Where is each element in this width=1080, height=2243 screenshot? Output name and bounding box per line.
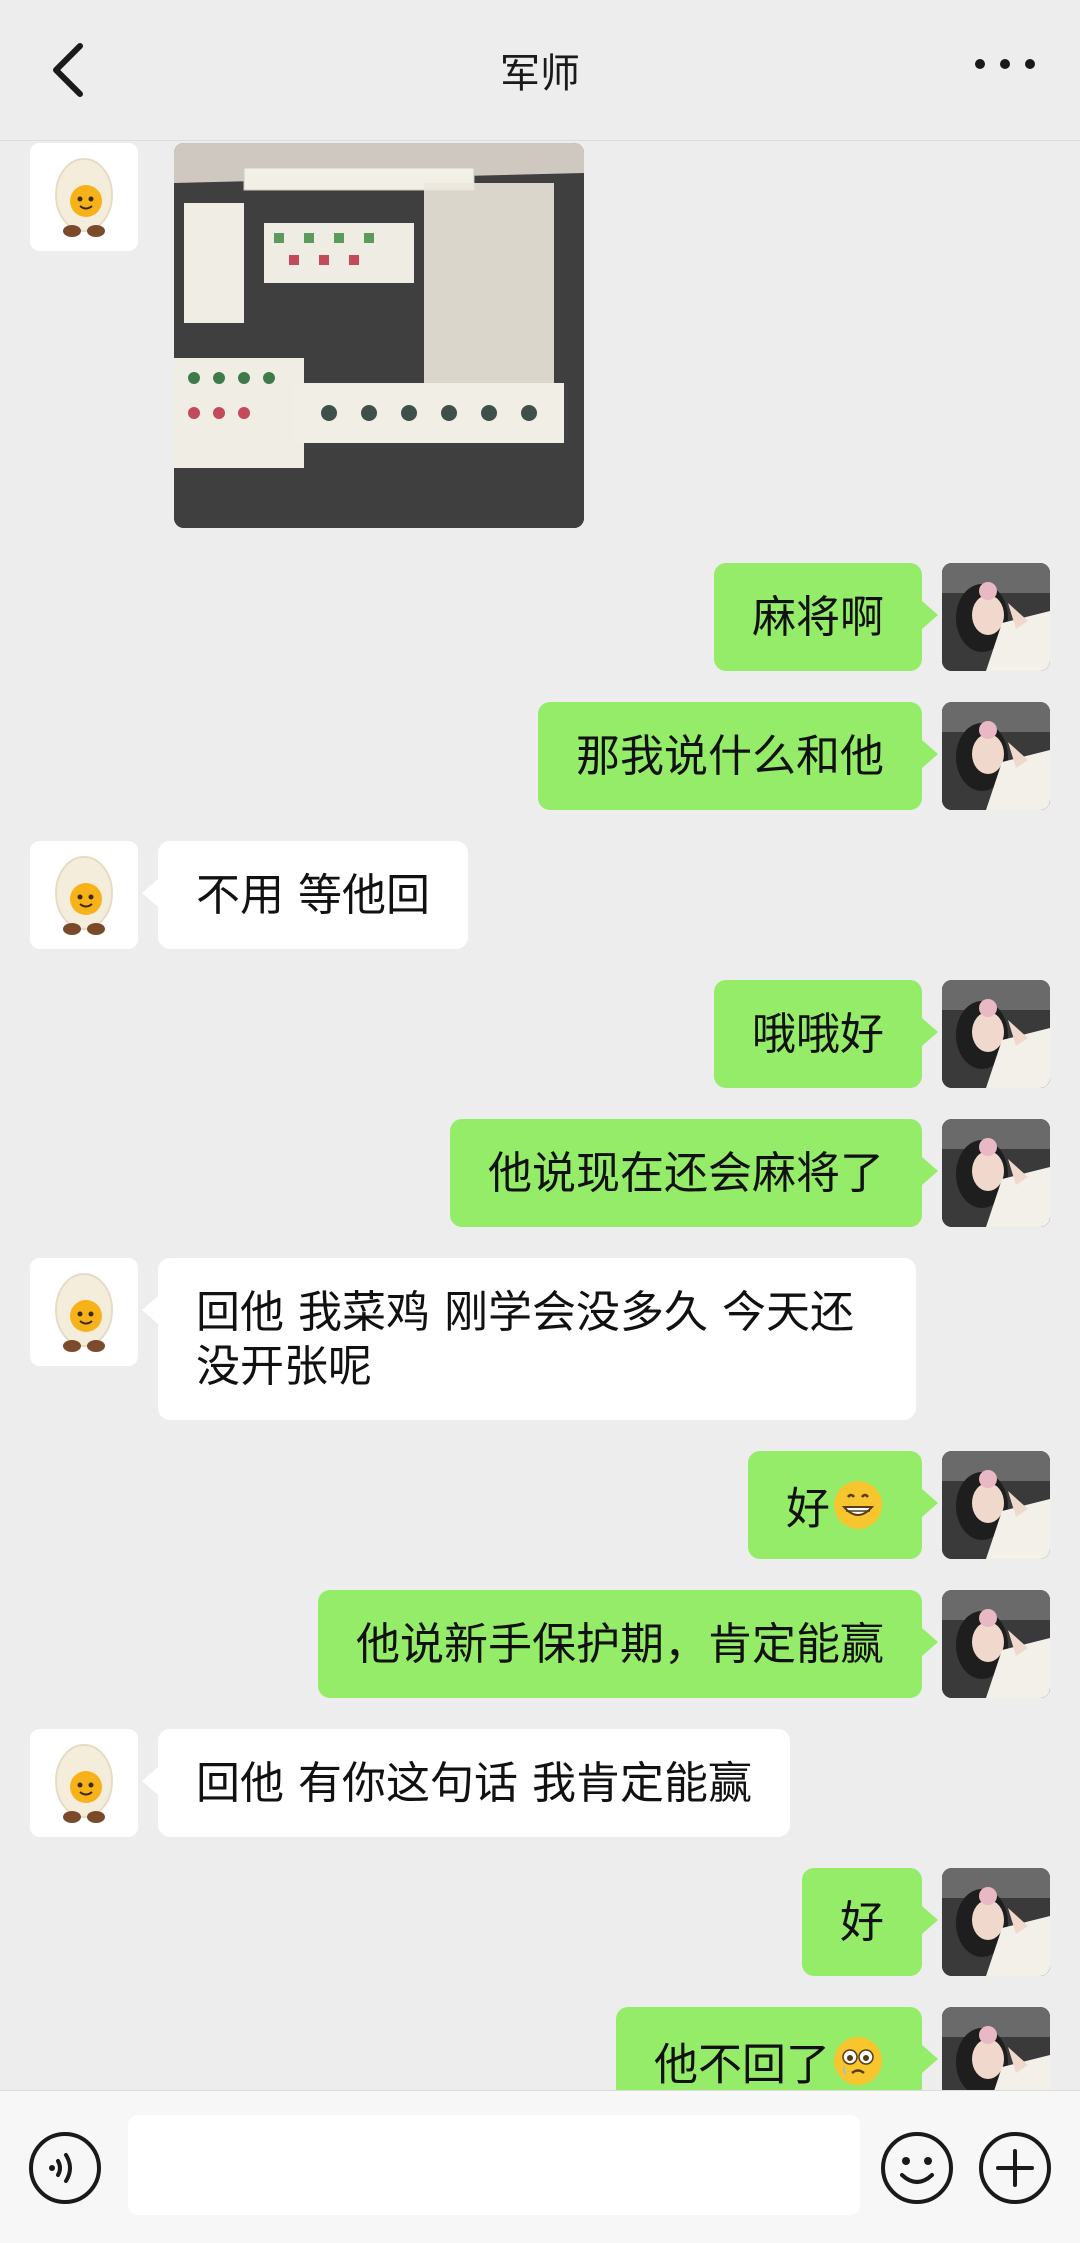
message-text: 他说新手保护期，肯定能赢 <box>356 1619 884 1670</box>
message-row: 他说现在还会麻将了 <box>0 1119 1080 1227</box>
plus-icon <box>979 2132 1051 2204</box>
egg-avatar-image <box>30 1258 138 1366</box>
message-row: 好 <box>0 1451 1080 1559</box>
message-bubble-self[interactable]: 那我说什么和他 <box>538 702 938 810</box>
more-button[interactable] <box>970 44 1040 84</box>
message-bubble-self[interactable]: 哦哦好 <box>714 980 938 1088</box>
voice-icon <box>29 2132 101 2204</box>
message-row: 他说新手保护期，肯定能赢 <box>0 1590 1080 1698</box>
avatar-self[interactable] <box>942 980 1050 1088</box>
message-row: 那我说什么和他 <box>0 702 1080 810</box>
girl-avatar-image <box>942 980 1050 1088</box>
avatar-contact[interactable] <box>30 1258 138 1366</box>
avatar-self[interactable] <box>942 1119 1050 1227</box>
avatar-contact[interactable] <box>30 1729 138 1837</box>
message-row: 麻将啊 <box>0 563 1080 671</box>
chat-header: 军师 <box>0 0 1080 141</box>
avatar-self[interactable] <box>942 702 1050 810</box>
message-bubble-contact[interactable]: 回他 有你这句话 我肯定能赢 <box>142 1729 790 1837</box>
message-row: 好 <box>0 1868 1080 1976</box>
message-bubble-self[interactable]: 好 <box>748 1451 938 1559</box>
egg-avatar-image <box>30 143 138 251</box>
avatar-self[interactable] <box>942 2007 1050 2090</box>
avatar-self[interactable] <box>942 563 1050 671</box>
message-row: 回他 有你这句话 我肯定能赢 <box>0 1729 1080 1837</box>
message-row-image <box>0 143 1080 533</box>
emoji-button[interactable] <box>880 2131 954 2205</box>
girl-avatar-image <box>942 1868 1050 1976</box>
avatar-contact[interactable] <box>30 841 138 949</box>
back-button[interactable] <box>40 38 100 102</box>
girl-avatar-image <box>942 2007 1050 2090</box>
chat-message-list[interactable]: 麻将啊 那我说什么和他 不用 等他回 哦哦好 他说现在还会麻将了 回他 我菜鸡 … <box>0 141 1080 2090</box>
message-text: 哦哦好 <box>752 1009 884 1060</box>
egg-avatar-image <box>30 1729 138 1837</box>
message-input[interactable] <box>128 2115 860 2215</box>
girl-avatar-image <box>942 563 1050 671</box>
girl-avatar-image <box>942 1119 1050 1227</box>
message-text: 回他 有你这句话 我肯定能赢 <box>196 1758 752 1809</box>
message-text: 好 <box>786 1483 830 1535</box>
message-bubble-self[interactable]: 他不回了 <box>616 2007 938 2091</box>
message-row: 他不回了 <box>0 2007 1080 2090</box>
egg-avatar-image <box>30 841 138 949</box>
crying-face-emoji <box>832 2035 884 2090</box>
message-text: 那我说什么和他 <box>576 731 884 782</box>
chevron-left-icon <box>53 43 83 97</box>
message-bubble-self[interactable]: 麻将啊 <box>714 563 938 671</box>
input-bar <box>0 2090 1080 2243</box>
more-functions-button[interactable] <box>978 2131 1052 2205</box>
girl-avatar-image <box>942 1451 1050 1559</box>
avatar-self[interactable] <box>942 1590 1050 1698</box>
message-text: 好 <box>840 1897 884 1948</box>
message-text: 他不回了 <box>654 2039 830 2091</box>
message-bubble-self[interactable]: 他说新手保护期，肯定能赢 <box>318 1590 938 1698</box>
message-text: 他说现在还会麻将了 <box>488 1148 884 1199</box>
message-bubble-self[interactable]: 他说现在还会麻将了 <box>450 1119 938 1227</box>
message-row: 回他 我菜鸡 刚学会没多久 今天还没开张呢 <box>0 1258 1080 1420</box>
girl-avatar-image <box>942 702 1050 810</box>
avatar-self[interactable] <box>942 1868 1050 1976</box>
message-text: 不用 等他回 <box>196 870 430 921</box>
avatar-contact[interactable] <box>30 143 138 251</box>
message-row: 不用 等他回 <box>0 841 1080 949</box>
message-bubble-contact[interactable]: 回他 我菜鸡 刚学会没多久 今天还没开张呢 <box>142 1258 916 1420</box>
message-bubble-contact[interactable]: 不用 等他回 <box>142 841 468 949</box>
chat-title: 军师 <box>500 51 580 97</box>
more-dots-icon <box>975 59 1035 69</box>
grinning-face-emoji <box>832 1479 884 1544</box>
message-bubble-self[interactable]: 好 <box>802 1868 938 1976</box>
girl-avatar-image <box>942 1590 1050 1698</box>
message-row: 哦哦好 <box>0 980 1080 1088</box>
message-text: 回他 我菜鸡 刚学会没多久 今天还没开张呢 <box>196 1287 854 1392</box>
avatar-self[interactable] <box>942 1451 1050 1559</box>
message-text: 麻将啊 <box>752 592 884 643</box>
voice-button[interactable] <box>28 2131 102 2205</box>
emoji-icon <box>881 2132 953 2204</box>
mahjong-table-photo[interactable] <box>174 143 584 528</box>
